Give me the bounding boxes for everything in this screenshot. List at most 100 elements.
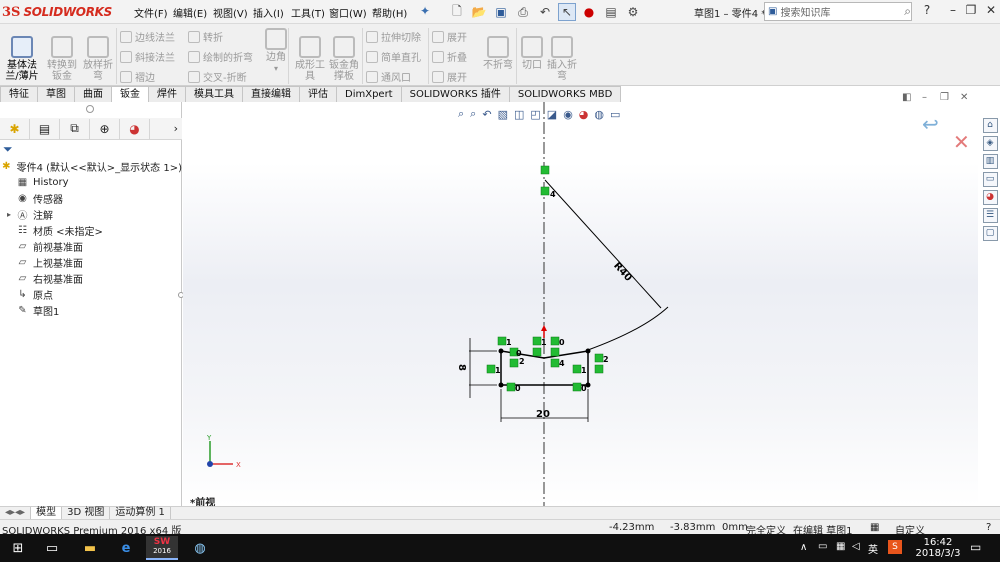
insert-bends-button[interactable]: 插入折 弯: [542, 36, 582, 82]
tray-chevron-icon[interactable]: ∧: [800, 542, 807, 553]
feature-manager-tab-icon[interactable]: ✱: [0, 118, 30, 139]
ime-s-icon[interactable]: S: [888, 540, 902, 554]
relation-marker[interactable]: [594, 353, 604, 363]
save-icon[interactable]: ▣: [492, 3, 510, 21]
design-library-icon[interactable]: ▥: [982, 154, 998, 169]
vent-button[interactable]: 通风口: [366, 69, 411, 84]
solidworks-taskbar-button[interactable]: SW 2016: [146, 536, 178, 560]
relation-marker[interactable]: [486, 364, 496, 374]
rebuild-icon[interactable]: ●: [580, 3, 598, 21]
file-explorer-icon[interactable]: ▭: [982, 172, 998, 187]
relation-marker[interactable]: [540, 165, 550, 175]
file-properties-icon[interactable]: ▤: [602, 3, 620, 21]
tree-item-history[interactable]: ▦ History: [0, 174, 182, 190]
tab-evaluate[interactable]: 评估: [299, 86, 337, 102]
relation-marker[interactable]: [506, 382, 516, 392]
menu-edit[interactable]: 编辑(E): [173, 5, 207, 20]
base-flange-button[interactable]: 基体法 兰/薄片: [2, 36, 42, 82]
menu-view[interactable]: 视图(V): [213, 5, 248, 20]
forum-icon[interactable]: ▢: [982, 226, 998, 241]
relation-marker[interactable]: [594, 364, 604, 374]
relation-marker[interactable]: [532, 336, 542, 346]
relation-marker[interactable]: [509, 358, 519, 368]
hem-button[interactable]: 褶边: [120, 69, 155, 84]
unfold-button[interactable]: 展开: [432, 29, 467, 44]
tab-surfaces[interactable]: 曲面: [74, 86, 112, 102]
tab-dimxpert[interactable]: DimXpert: [336, 86, 402, 102]
menu-file[interactable]: 文件(F): [134, 5, 168, 20]
appearances-icon[interactable]: ◕: [982, 190, 998, 205]
tree-item-right-plane[interactable]: ▱ 右视基准面: [0, 270, 182, 286]
search-scope-icon[interactable]: ▣: [768, 6, 777, 17]
menu-window[interactable]: 窗口(W): [329, 5, 367, 20]
help-icon[interactable]: ?: [918, 3, 936, 21]
tabs-more-icon[interactable]: ›: [174, 122, 182, 135]
resources-icon[interactable]: ◈: [982, 136, 998, 151]
relation-marker[interactable]: [572, 364, 582, 374]
radius-dimension-line[interactable]: [544, 179, 662, 309]
lofted-bend-button[interactable]: 放样折 弯: [78, 36, 118, 82]
tree-item-annotations[interactable]: ▸ Ⓐ 注解: [0, 206, 182, 222]
relation-marker[interactable]: [572, 382, 582, 392]
tab-sheet-metal[interactable]: 钣金: [111, 86, 149, 102]
simple-hole-button[interactable]: 简单直孔: [366, 49, 421, 64]
relation-marker[interactable]: [540, 186, 550, 196]
gusset-button[interactable]: 钣金角 撑板: [324, 36, 364, 82]
menu-insert[interactable]: 插入(I): [253, 5, 284, 20]
property-manager-tab-icon[interactable]: ▤: [30, 118, 60, 139]
dimxpert-manager-tab-icon[interactable]: ⊕: [90, 118, 120, 139]
tab-direct-editing[interactable]: 直接编辑: [242, 86, 300, 102]
tab-features[interactable]: 特征: [0, 86, 38, 102]
task-view-icon[interactable]: ▭: [36, 536, 68, 560]
sketch-canvas[interactable]: R40 20 8 4 1 0 2 1 0 4 2 1 0 1 0 Y X: [183, 102, 978, 506]
open-icon[interactable]: 📂: [470, 3, 488, 21]
width-dimension-text[interactable]: 20: [536, 409, 550, 420]
miter-flange-button[interactable]: 斜接法兰: [120, 49, 175, 64]
relation-marker[interactable]: [497, 336, 507, 346]
rebuild-status-icon[interactable]: ▦: [870, 522, 879, 533]
solidworks-logo[interactable]: 3S SOLIDWORKS: [2, 3, 112, 21]
search-icon[interactable]: ⌕: [904, 4, 911, 19]
file-explorer-taskbar-icon[interactable]: ▬: [74, 536, 106, 560]
jog-button[interactable]: 转折: [188, 29, 223, 44]
tree-root-part[interactable]: ✱ 零件4 (默认<<默认>_显示状态 1>): [0, 158, 182, 174]
relation-marker[interactable]: [550, 358, 560, 368]
sketch-point[interactable]: [498, 348, 504, 354]
volume-icon[interactable]: ◁: [852, 541, 860, 552]
options-gear-icon[interactable]: ⚙: [624, 3, 642, 21]
select-pointer-icon[interactable]: ↖: [558, 3, 576, 21]
new-document-icon[interactable]: 🗋: [448, 3, 466, 21]
tab-mbd[interactable]: SOLIDWORKS MBD: [508, 86, 622, 102]
tab-3d-views[interactable]: 3D 视图: [62, 507, 111, 519]
relation-marker[interactable]: [550, 336, 560, 346]
tray-device-icon[interactable]: ▭: [818, 541, 827, 552]
notification-center-icon[interactable]: ▭: [970, 540, 981, 554]
tab-motion-study[interactable]: 运动算例 1: [110, 507, 171, 519]
network-icon[interactable]: ▦: [836, 541, 845, 552]
radius-dimension-text[interactable]: R40: [611, 260, 634, 283]
convert-to-sheet-button[interactable]: 转换到 钣金: [42, 36, 82, 82]
home-icon[interactable]: ⌂: [982, 118, 998, 133]
search-input[interactable]: 搜索知识库: [777, 4, 904, 19]
ime-indicator[interactable]: 英: [868, 541, 878, 556]
windows-start-icon[interactable]: ⊞: [2, 536, 34, 560]
sketch-point[interactable]: [498, 382, 504, 388]
edge-flange-button[interactable]: 边线法兰: [120, 29, 175, 44]
relation-marker[interactable]: [532, 347, 542, 357]
tree-item-top-plane[interactable]: ▱ 上视基准面: [0, 254, 182, 270]
cross-break-button[interactable]: 交叉-折断: [188, 69, 247, 84]
tab-model[interactable]: 模型: [31, 507, 63, 519]
tab-mold-tools[interactable]: 模具工具: [185, 86, 243, 102]
print-icon[interactable]: ⎙: [514, 3, 532, 21]
relation-marker[interactable]: [550, 347, 560, 357]
restore-button[interactable]: ❐: [962, 3, 980, 21]
flatten-button[interactable]: 展开: [432, 69, 467, 84]
tree-filter[interactable]: ⏷: [0, 140, 182, 158]
height-dimension-text[interactable]: 8: [456, 364, 467, 371]
tree-item-front-plane[interactable]: ▱ 前视基准面: [0, 238, 182, 254]
tree-item-origin[interactable]: ↳ 原点: [0, 286, 182, 302]
expand-arrow-icon[interactable]: ▸: [2, 210, 16, 219]
sketch-point[interactable]: [585, 348, 591, 354]
custom-properties-icon[interactable]: ☰: [982, 208, 998, 223]
sketched-bend-button[interactable]: 绘制的折弯: [188, 49, 253, 64]
